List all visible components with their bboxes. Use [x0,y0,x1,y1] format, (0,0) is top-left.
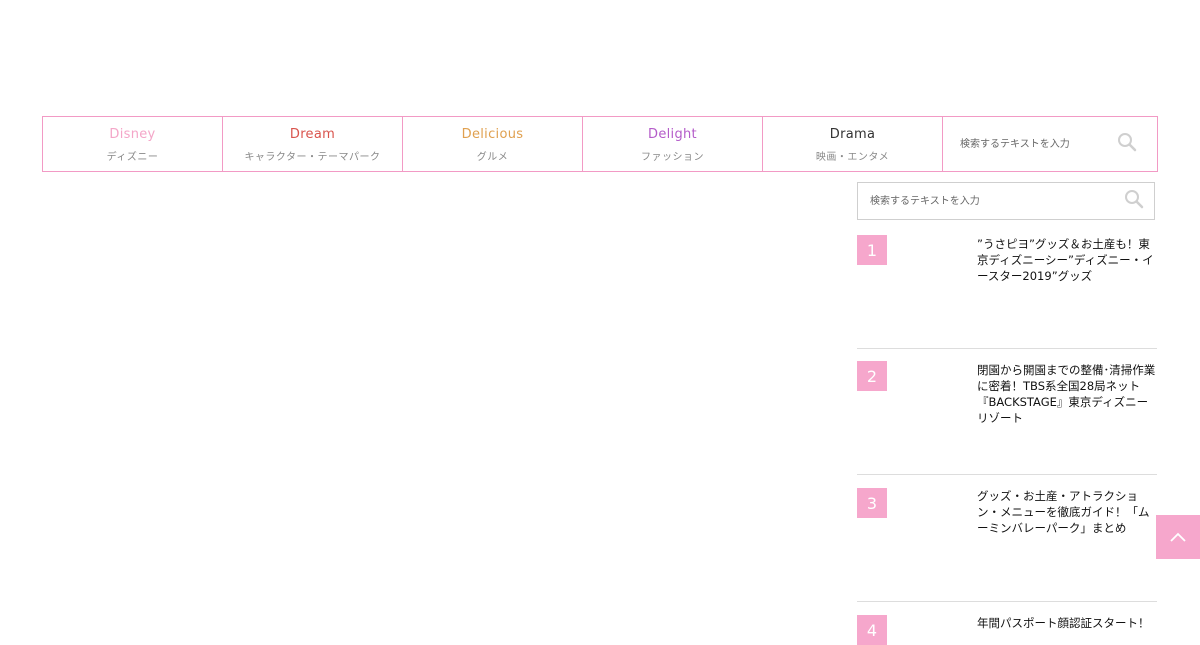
back-to-top-button[interactable] [1156,515,1200,559]
nav-item-label: Drama [829,126,876,142]
chevron-up-icon [1169,528,1187,547]
nav-search-box [943,117,1157,171]
rank-badge: 2 [857,361,887,391]
nav-item-sublabel: ファッション [641,151,704,163]
rank-badge: 3 [857,488,887,518]
nav-item-dream[interactable]: Dream キャラクター・テーマパーク [223,117,403,171]
ranking-title-link[interactable]: グッズ・お土産・アトラクション・メニューを徹底ガイド！「ムーミンバレーパーク」ま… [977,488,1159,536]
nav-search-input[interactable] [958,137,1112,151]
nav-item-delicious[interactable]: Delicious グルメ [403,117,583,171]
nav-item-sublabel: 映画・エンタメ [815,151,890,163]
nav-item-disney[interactable]: Disney ディズニー [43,117,223,171]
nav-item-sublabel: グルメ [476,151,509,163]
ranking-title-link[interactable]: ”うさピヨ”グッズ＆お土産も！東京ディズニーシー”ディズニー・イースター2019… [977,236,1159,284]
search-icon[interactable] [1124,189,1144,213]
nav-item-sublabel: キャラクター・テーマパーク [244,151,381,163]
ranking-title-link[interactable]: 年間パスポート顔認証スタート！ [977,615,1159,631]
divider [857,348,1157,349]
nav-item-label: Delight [648,126,697,142]
sidebar-search-box [857,182,1155,220]
nav-item-sublabel: ディズニー [106,151,159,163]
nav-item-drama[interactable]: Drama 映画・エンタメ [763,117,943,171]
nav-item-delight[interactable]: Delight ファッション [583,117,763,171]
rank-badge: 1 [857,235,887,265]
nav-item-label: Dream [289,126,336,142]
nav-item-label: Disney [109,126,156,142]
search-icon[interactable] [1117,132,1137,156]
divider [857,601,1157,602]
ranking-title-link[interactable]: 閉園から開園までの整備･清掃作業に密着！TBS系全国28局ネット『BACKSTA… [977,362,1159,426]
category-nav: Disney ディズニー Dream キャラクター・テーマパーク Delicio… [42,116,1158,172]
rank-badge: 4 [857,615,887,645]
nav-item-label: Delicious [461,126,524,142]
sidebar-search-input[interactable] [868,194,1092,208]
divider [857,474,1157,475]
